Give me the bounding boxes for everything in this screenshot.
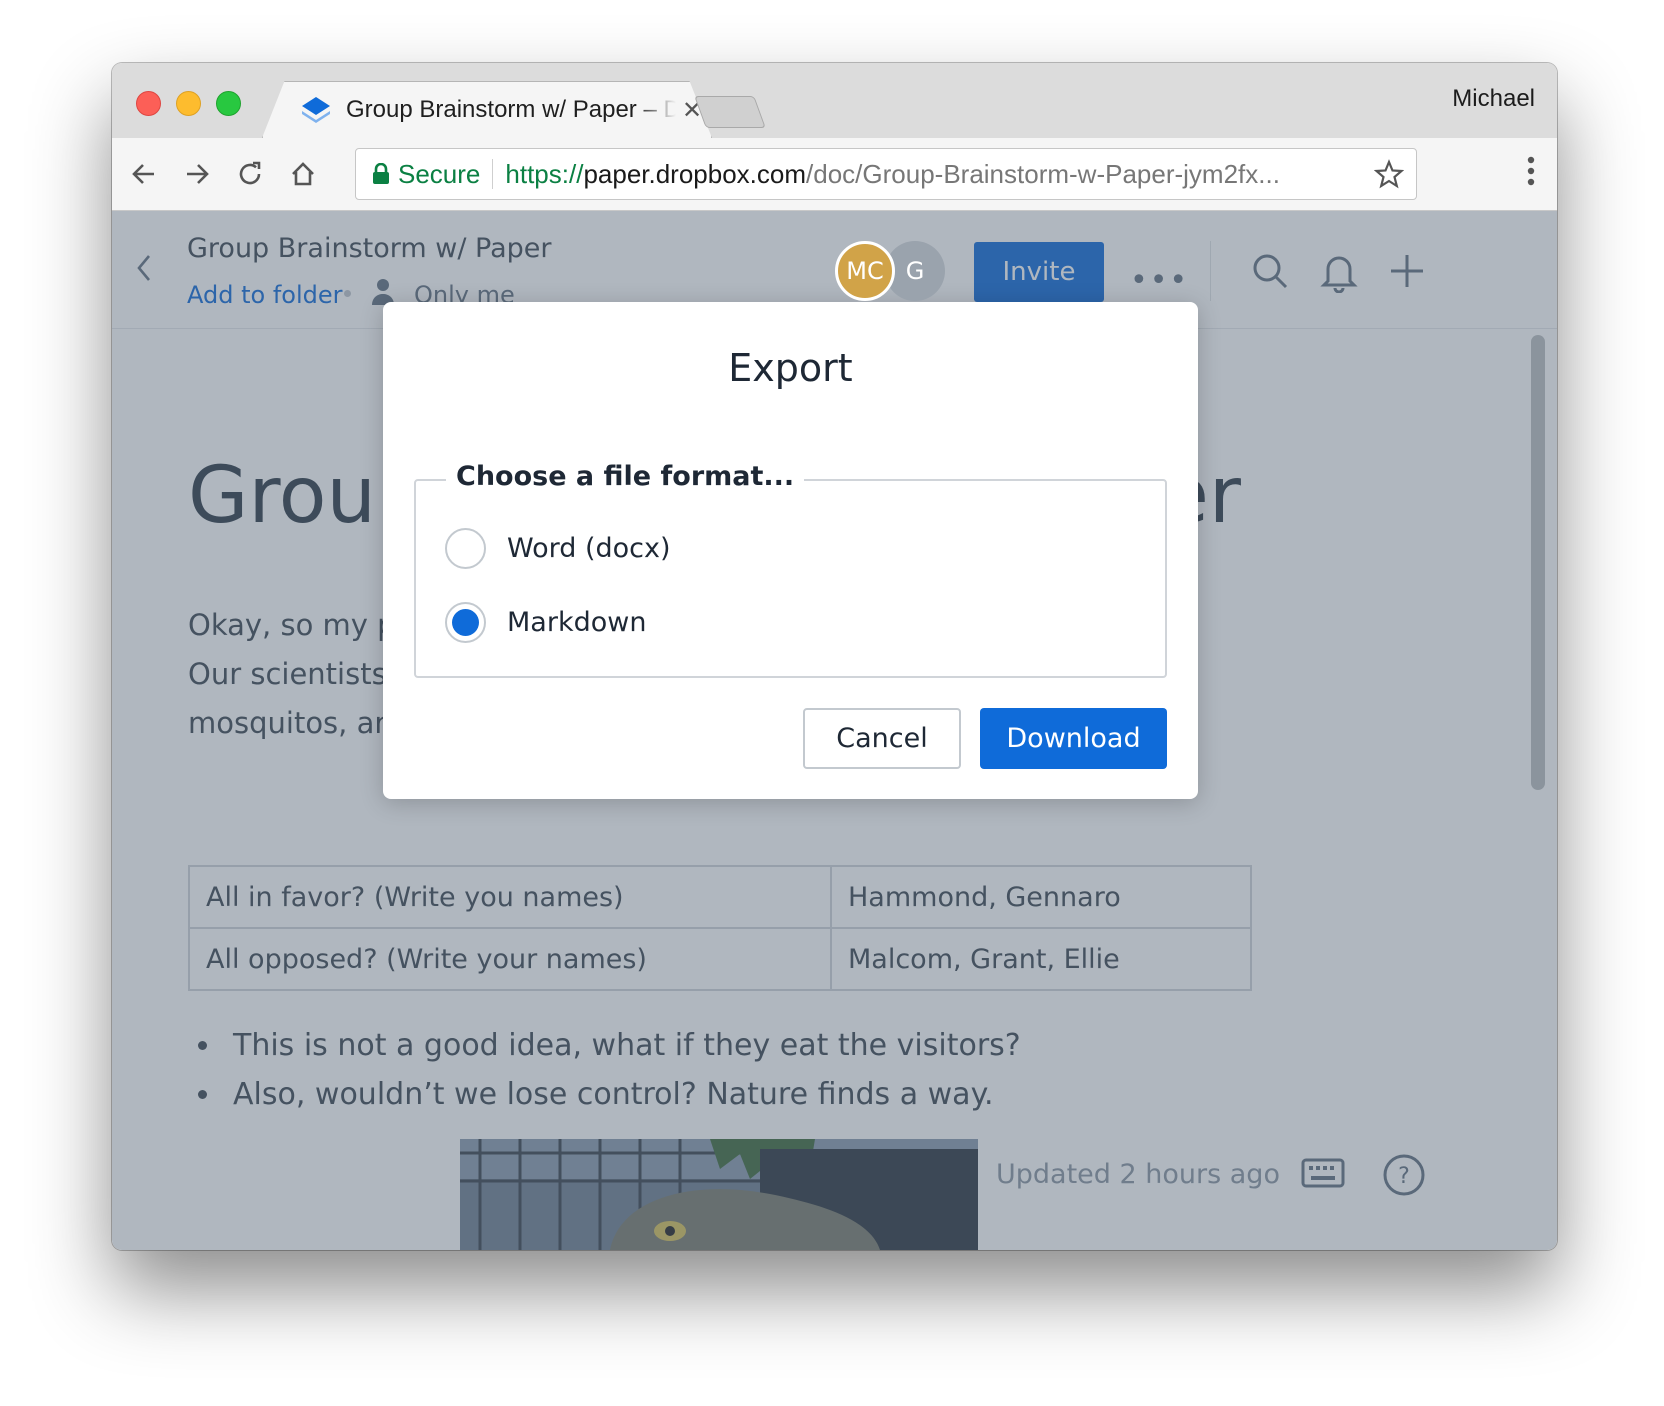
url-host: paper.dropbox.com bbox=[583, 158, 807, 189]
browser-menu-icon[interactable] bbox=[1527, 156, 1535, 186]
scrollbar[interactable] bbox=[1531, 335, 1545, 790]
back-button[interactable] bbox=[122, 152, 166, 196]
export-dialog: Export Choose a file format... Word (doc… bbox=[383, 302, 1198, 799]
browser-toolbar: Secure https://paper.dropbox.com/doc/Gro… bbox=[112, 138, 1557, 211]
dropbox-paper-icon bbox=[302, 96, 330, 123]
home-button[interactable] bbox=[281, 152, 325, 196]
cancel-button[interactable]: Cancel bbox=[803, 708, 961, 769]
address-bar[interactable]: Secure https://paper.dropbox.com/doc/Gro… bbox=[355, 148, 1417, 200]
minimize-window-button[interactable] bbox=[176, 91, 201, 116]
file-format-legend: Choose a file format... bbox=[446, 461, 805, 492]
bookmark-star-icon[interactable] bbox=[1374, 159, 1404, 189]
profile-name[interactable]: Michael bbox=[1452, 85, 1535, 113]
option-word[interactable]: Word (docx) bbox=[445, 528, 671, 569]
omnibox-divider bbox=[492, 159, 494, 189]
tab-title: Group Brainstorm w/ Paper – Dropbox Pape… bbox=[346, 95, 676, 123]
dialog-title: Export bbox=[728, 346, 853, 390]
new-tab-button[interactable] bbox=[694, 96, 766, 128]
reload-button[interactable] bbox=[228, 152, 272, 196]
page-content: Group Brainstorm w/ Paper Add to folder … bbox=[112, 211, 1557, 1250]
download-button[interactable]: Download bbox=[980, 708, 1167, 769]
option-label[interactable]: Word (docx) bbox=[507, 533, 671, 564]
browser-tab-content[interactable]: Group Brainstorm w/ Paper – Dropbox Pape… bbox=[270, 81, 704, 138]
avatar[interactable]: MC bbox=[835, 241, 895, 301]
url-text[interactable]: https://paper.dropbox.com/doc/Group-Brai… bbox=[505, 159, 1355, 190]
url-scheme: https:// bbox=[505, 158, 584, 189]
reload-icon bbox=[239, 161, 261, 185]
forward-button[interactable] bbox=[175, 152, 219, 196]
arrow-left-icon bbox=[132, 164, 154, 184]
close-window-button[interactable] bbox=[136, 91, 161, 116]
option-markdown[interactable]: Markdown bbox=[445, 602, 646, 643]
url-path: /doc/Group-Brainstorm-w-Paper-jym2fx... bbox=[806, 158, 1280, 189]
tab-bar: Group Brainstorm w/ Paper – Dropbox Pape… bbox=[112, 63, 1557, 138]
radio-word[interactable] bbox=[445, 528, 486, 569]
home-icon bbox=[292, 162, 314, 186]
radio-markdown[interactable] bbox=[445, 602, 486, 643]
browser-window: Group Brainstorm w/ Paper – Dropbox Pape… bbox=[112, 63, 1557, 1250]
arrow-right-icon bbox=[187, 164, 209, 184]
secure-label: Secure bbox=[398, 158, 481, 189]
lock-icon bbox=[373, 163, 389, 184]
file-format-group: Choose a file format... Word (docx) Mark… bbox=[414, 461, 1167, 678]
zoom-window-button[interactable] bbox=[216, 91, 241, 116]
option-label[interactable]: Markdown bbox=[507, 607, 646, 638]
